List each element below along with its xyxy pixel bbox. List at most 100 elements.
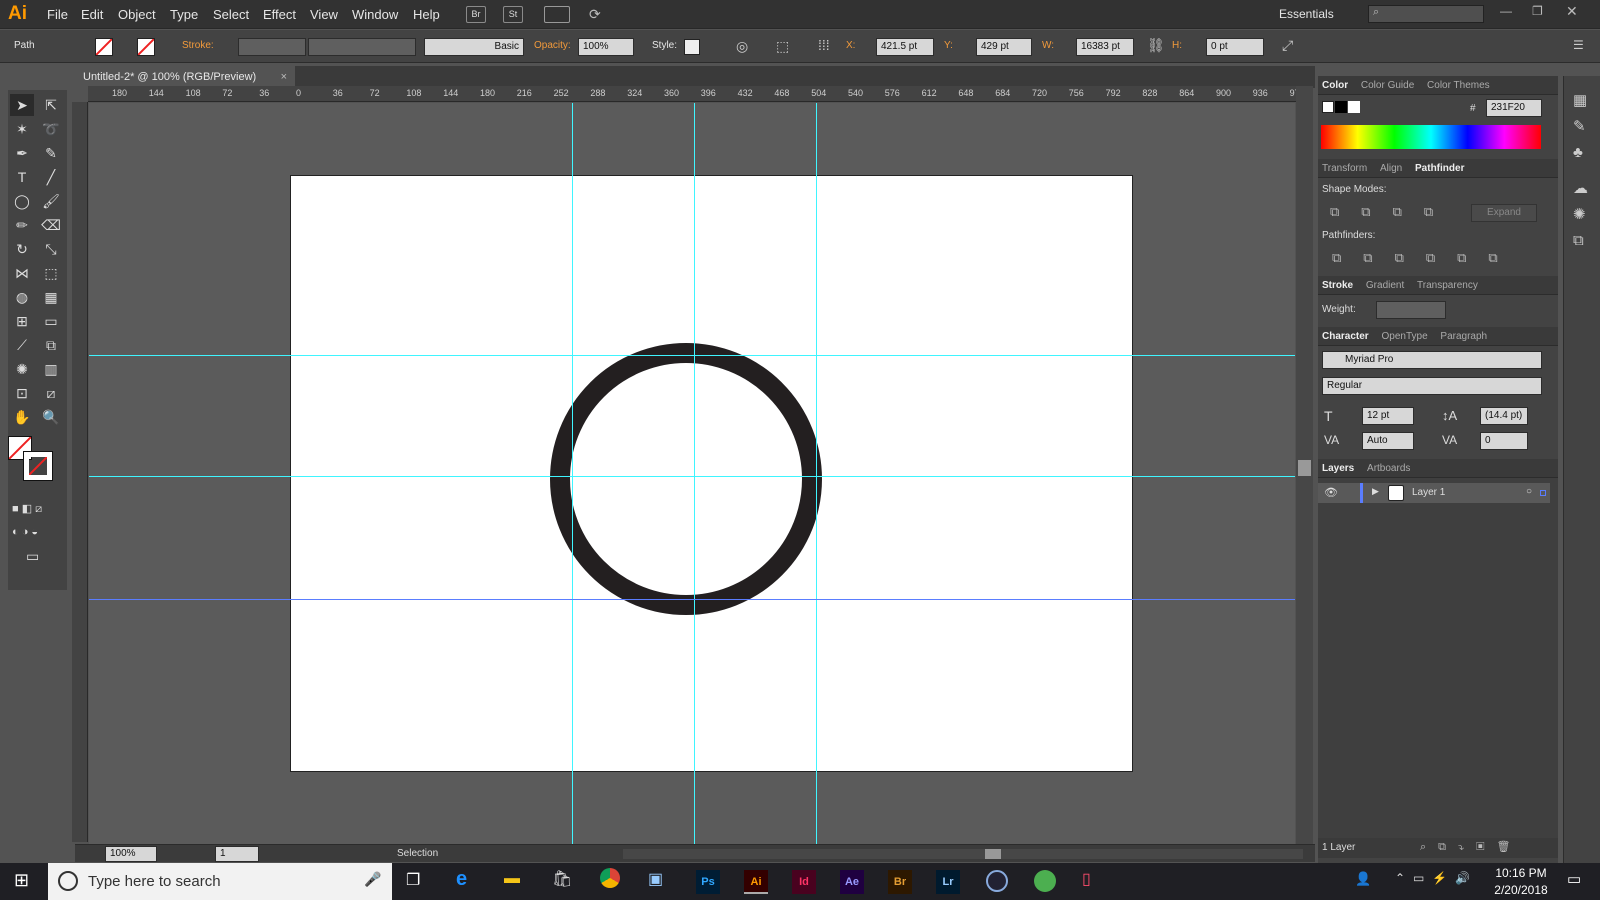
menu-help[interactable]: Help [413,7,440,22]
layer-actions-icons[interactable]: ⌕⧉⤵▣🗑 [1420,840,1523,854]
h-field[interactable]: 0 pt [1206,38,1264,56]
tab-transform[interactable]: Transform [1322,159,1367,178]
none-swatch[interactable] [1322,101,1334,113]
close-document-icon[interactable]: × [281,71,287,83]
help-search-input[interactable]: ⌕ [1368,5,1484,23]
w-field[interactable]: 16383 pt [1076,38,1134,56]
stroke-color-box[interactable] [23,451,53,481]
layer-name[interactable]: Layer 1 [1412,487,1445,498]
swatches-icon[interactable]: ▦ [1573,88,1591,114]
column-graph-tool-icon[interactable]: ▥ [39,358,63,380]
appearance-icon[interactable]: ✺ [1573,202,1591,228]
file-explorer-icon[interactable]: ▬ [504,870,520,888]
horizontal-scrollbar[interactable] [623,849,1303,859]
stroke-label[interactable]: Stroke: [182,40,214,51]
expand-button[interactable]: Expand [1471,204,1537,222]
clock-date[interactable]: 2/20/2018 [1490,883,1552,897]
arrange-documents-icon[interactable] [544,6,570,23]
document-tab[interactable]: Untitled-2* @ 100% (RGB/Preview) × [75,66,295,88]
windows-start-icon[interactable]: ⊞ [14,870,29,891]
symbol-sprayer-tool-icon[interactable]: ✺ [10,358,34,380]
menu-edit[interactable]: Edit [81,7,103,22]
pathfinder-buttons[interactable]: ⧉⧉⧉⧉⧉⧉ [1332,250,1520,266]
slice-tool-icon[interactable]: ⧄ [39,382,63,404]
screen-mode-icon[interactable]: ▭ [26,548,39,565]
font-size-field[interactable]: 12 pt [1362,407,1414,425]
menu-effect[interactable]: Effect [263,7,296,22]
selection-tool-icon[interactable]: ➤ [10,94,34,116]
ellipse-tool-icon[interactable]: ◯ [10,190,34,212]
visibility-eye-icon[interactable]: 👁 [1324,486,1338,499]
menu-type[interactable]: Type [170,7,198,22]
shape-mode-buttons[interactable]: ⧉⧉⧉⧉ [1330,204,1455,220]
draw-mode-icons[interactable]: ◐ ◑ ◒ [12,526,38,538]
tab-transparency[interactable]: Transparency [1417,276,1478,295]
weight-field[interactable] [1376,301,1446,319]
tab-layers[interactable]: Layers [1322,459,1354,478]
free-transform-tool-icon[interactable]: ⬚ [39,262,63,284]
tab-color[interactable]: Color [1322,76,1348,95]
shaper-tool-icon[interactable]: ✏ [10,214,34,236]
tracking-field[interactable]: 0 [1480,432,1528,450]
artboard-tool-icon[interactable]: ⊡ [10,382,34,404]
bridge-button[interactable]: Br [466,6,486,23]
reference-point-icon[interactable]: ⁞⁞⁞ [818,37,830,53]
shape-builder-tool-icon[interactable]: ◍ [10,286,34,308]
after-effects-icon[interactable]: Ae [840,870,864,894]
recolor-artwork-icon[interactable]: ◎ [736,38,748,55]
graphic-styles-icon[interactable]: ⧉ [1573,228,1591,254]
menu-window[interactable]: Window [352,7,398,22]
edge-icon[interactable]: e [456,868,467,891]
variable-width-profile[interactable] [308,38,416,56]
action-center-icon[interactable]: ▭ [1567,870,1581,888]
pdf-app-icon[interactable]: ▯ [1082,869,1091,889]
width-tool-icon[interactable]: ⋈ [10,262,34,284]
mesh-tool-icon[interactable]: ⊞ [10,310,34,332]
scroll-thumb[interactable] [1298,460,1311,476]
color-mode-icons[interactable]: ■ ◧ ⧄ [12,502,42,516]
tab-opentype[interactable]: OpenType [1381,327,1427,346]
graphic-style-swatch[interactable] [684,39,700,55]
artboard-number-field[interactable]: 1 [215,846,259,862]
taskbar-search-box[interactable]: Type here to search [48,863,392,900]
cinema4d-icon[interactable] [986,870,1008,892]
transform-icon[interactable]: ⤢ [1282,37,1293,54]
panel-menu-icon[interactable]: ☰ [1573,38,1584,52]
target-icon[interactable]: ○ [1526,486,1532,497]
zoom-field[interactable]: 100% [105,846,157,862]
stroke-weight-field[interactable] [238,38,306,56]
chrome-icon[interactable] [600,868,620,888]
blend-tool-icon[interactable]: ⧉ [39,334,63,356]
pen-tool-icon[interactable]: ✒ [10,142,34,164]
eyedropper-tool-icon[interactable]: ⟋ [10,334,34,356]
tab-stroke[interactable]: Stroke [1322,276,1353,295]
canvas[interactable] [89,103,1295,845]
hex-field[interactable]: 231F20 [1486,99,1542,117]
color-spectrum[interactable] [1321,125,1541,149]
type-tool-icon[interactable]: T [10,166,34,188]
fill-swatch[interactable] [95,38,113,56]
brushes-icon[interactable]: ✎ [1573,114,1591,140]
gradient-tool-icon[interactable]: ▭ [39,310,63,332]
tab-character[interactable]: Character [1322,327,1369,346]
expand-arrow-icon[interactable]: ▶ [1372,486,1379,497]
minimize-icon[interactable]: — [1500,4,1512,18]
system-tray-icons[interactable]: ⌃▭⚡🔊 [1395,871,1478,885]
menu-file[interactable]: File [47,7,68,22]
workspace-switcher[interactable]: Essentials [1279,7,1334,21]
opacity-label[interactable]: Opacity: [534,40,571,51]
hand-tool-icon[interactable]: ✋ [10,406,34,428]
tab-pathfinder[interactable]: Pathfinder [1415,159,1464,178]
perspective-grid-tool-icon[interactable]: ▦ [39,286,63,308]
line-tool-icon[interactable]: ╱ [39,166,63,188]
selected-circle-path[interactable] [550,343,822,615]
scale-tool-icon[interactable]: ⤡ [39,238,63,260]
stroke-swatch[interactable] [137,38,155,56]
x-field[interactable]: 421.5 pt [876,38,934,56]
evernote-icon[interactable] [1034,870,1056,892]
tab-gradient[interactable]: Gradient [1366,276,1404,295]
tab-color-themes[interactable]: Color Themes [1427,76,1490,95]
paintbrush-tool-icon[interactable]: 🖌 [39,190,63,212]
menu-select[interactable]: Select [213,7,249,22]
clock-time[interactable]: 10:16 PM [1490,866,1552,880]
